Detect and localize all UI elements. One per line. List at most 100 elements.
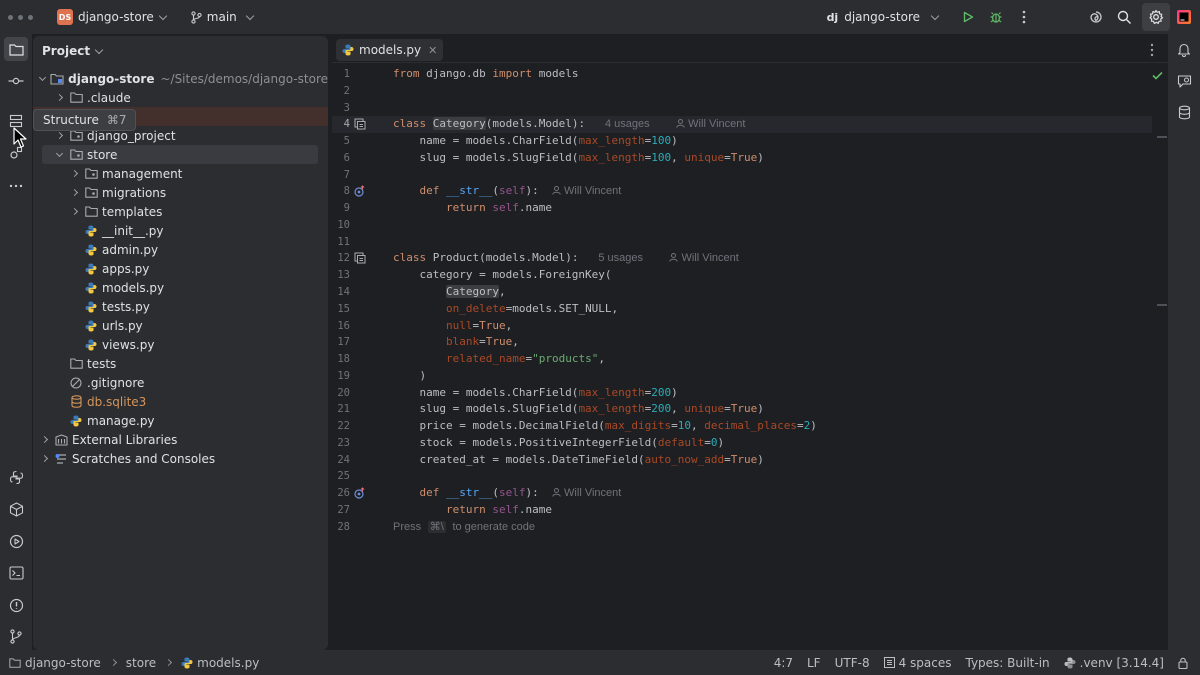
branch-widget[interactable]: main xyxy=(190,10,255,24)
tree-item[interactable]: urls.py xyxy=(33,316,328,335)
commit-tool-button[interactable] xyxy=(4,69,28,93)
usages-hint[interactable]: 5 usages xyxy=(598,252,643,264)
override-method-icon[interactable] xyxy=(354,487,366,499)
tree-item[interactable]: db.sqlite3 xyxy=(33,392,328,411)
type-checker-widget[interactable]: Types: Built-in xyxy=(965,656,1049,670)
expand-arrow-icon[interactable] xyxy=(53,131,65,140)
tree-item[interactable]: templates xyxy=(33,202,328,221)
author-hint[interactable]: Will Vincent xyxy=(676,118,745,130)
services-button[interactable] xyxy=(4,529,28,553)
tree-item[interactable]: apps.py xyxy=(33,259,328,278)
kebab-icon[interactable] xyxy=(1150,43,1154,57)
code-line[interactable]: price = models.DecimalField(max_digits=1… xyxy=(393,419,816,432)
tree-item[interactable]: models.py xyxy=(33,278,328,297)
jetbrains-account-button[interactable] xyxy=(1170,3,1198,31)
tree-item[interactable]: admin.py xyxy=(33,240,328,259)
tree-item[interactable]: .gitignore xyxy=(33,373,328,392)
problems-button[interactable] xyxy=(4,593,28,617)
tree-item[interactable]: Scratches and Consoles xyxy=(33,449,328,468)
more-actions-button[interactable] xyxy=(1010,3,1038,31)
tree-item[interactable]: migrations xyxy=(33,183,328,202)
ai-chat-button[interactable] xyxy=(1172,69,1196,93)
code-line[interactable]: class Product(models.Model): 5 usages Wi… xyxy=(393,251,739,264)
settings-button[interactable] xyxy=(1142,3,1170,31)
code-line[interactable]: category = models.ForeignKey( xyxy=(393,268,611,281)
usages-hint[interactable]: 4 usages xyxy=(605,118,650,130)
database-button[interactable] xyxy=(1172,100,1196,124)
code-line[interactable]: related_name="products", xyxy=(393,352,605,365)
expand-arrow-icon[interactable] xyxy=(38,454,50,463)
project-tool-button[interactable] xyxy=(4,37,28,61)
code-line[interactable]: from django.db import models xyxy=(393,67,578,80)
debug-button[interactable] xyxy=(982,3,1010,31)
code-line[interactable]: def __str__(self): Will Vincent xyxy=(393,486,622,499)
project-name[interactable]: django-store xyxy=(78,10,154,24)
run-button[interactable] xyxy=(954,3,982,31)
tree-item-selected[interactable]: store xyxy=(42,145,318,164)
author-hint[interactable]: Will Vincent xyxy=(552,185,621,197)
code-line[interactable]: Category, xyxy=(393,285,506,298)
code-line[interactable]: slug = models.SlugField(max_length=100, … xyxy=(393,151,763,164)
expand-arrow-icon[interactable] xyxy=(53,93,65,102)
python-console-button[interactable] xyxy=(4,465,28,489)
code-line[interactable]: return self.name xyxy=(393,201,552,214)
breadcrumb-item[interactable]: django-store xyxy=(25,656,101,670)
tree-item[interactable]: management xyxy=(33,164,328,183)
code-line[interactable]: name = models.CharField(max_length=200) xyxy=(393,386,677,399)
breadcrumb-item[interactable]: models.py xyxy=(197,656,259,670)
tree-item[interactable]: __init__.py xyxy=(33,221,328,240)
code-line[interactable]: on_delete=models.SET_NULL, xyxy=(393,302,618,315)
breadcrumb-item[interactable]: store xyxy=(126,656,156,670)
tree-item[interactable]: tests.py xyxy=(33,297,328,316)
tree-item[interactable]: .claude xyxy=(33,88,328,107)
override-method-icon[interactable] xyxy=(354,185,366,197)
expand-arrow-icon[interactable] xyxy=(38,73,46,81)
code-line[interactable]: created_at = models.DateTimeField(auto_n… xyxy=(393,453,763,466)
expand-arrow-icon[interactable] xyxy=(38,435,50,444)
editor-tab-models[interactable]: models.py ✕ xyxy=(336,39,444,61)
more-tools-button[interactable] xyxy=(4,174,28,198)
notifications-button[interactable] xyxy=(1172,37,1196,61)
tree-item[interactable]: manage.py xyxy=(33,411,328,430)
version-control-button[interactable] xyxy=(4,624,28,648)
tree-item[interactable]: External Libraries xyxy=(33,430,328,449)
tree-item[interactable]: tests xyxy=(33,354,328,373)
python-packages-button[interactable] xyxy=(4,497,28,521)
ai-assistant-button[interactable] xyxy=(1082,3,1110,31)
code-line[interactable]: def __str__(self): Will Vincent xyxy=(393,184,622,197)
project-badge[interactable]: DS xyxy=(57,9,73,25)
file-encoding[interactable]: UTF-8 xyxy=(835,656,870,670)
code-line[interactable]: class Category(models.Model): 4 usages W… xyxy=(393,117,745,130)
code-line[interactable]: return self.name xyxy=(393,503,552,516)
close-icon[interactable]: ✕ xyxy=(428,44,437,57)
project-panel-header[interactable]: Project xyxy=(42,44,104,58)
subclassed-icon[interactable] xyxy=(354,252,366,264)
tree-item-root[interactable]: django-store ~/Sites/demos/django-store xyxy=(33,69,328,88)
expand-arrow-icon[interactable] xyxy=(68,188,80,197)
expand-arrow-icon[interactable] xyxy=(68,207,80,216)
subclassed-icon[interactable] xyxy=(354,118,366,130)
caret-position[interactable]: 4:7 xyxy=(774,656,793,670)
code-line[interactable]: stock = models.PositiveIntegerField(defa… xyxy=(393,436,724,449)
lock-icon[interactable] xyxy=(1178,657,1188,669)
code-line[interactable]: name = models.CharField(max_length=100) xyxy=(393,134,677,147)
interpreter-widget[interactable]: .venv [3.14.4] xyxy=(1064,656,1164,670)
check-icon[interactable] xyxy=(1152,71,1163,80)
run-configuration[interactable]: dj django-store xyxy=(827,10,940,24)
code-line[interactable]: slug = models.SlugField(max_length=200, … xyxy=(393,402,763,415)
chevron-down-icon[interactable] xyxy=(158,11,168,20)
expand-arrow-icon[interactable] xyxy=(53,149,65,157)
author-hint[interactable]: Will Vincent xyxy=(669,252,739,264)
expand-arrow-icon[interactable] xyxy=(68,169,80,178)
author-hint[interactable]: Will Vincent xyxy=(552,487,621,499)
code-line[interactable]: null=True, xyxy=(393,319,512,332)
line-separator[interactable]: LF xyxy=(807,656,821,670)
indent-widget[interactable]: 4 spaces xyxy=(883,656,951,670)
code-line[interactable]: ) xyxy=(393,369,426,382)
terminal-button[interactable] xyxy=(4,561,28,585)
code-editor[interactable]: models.py ✕ 1 2 3 4 5 6 7 8 9 10 11 12 13 14 15 16 17 18 1… xyxy=(332,36,1168,650)
search-button[interactable] xyxy=(1110,3,1138,31)
code-line[interactable]: blank=True, xyxy=(393,335,519,348)
window-controls[interactable] xyxy=(8,14,33,20)
tree-item[interactable]: views.py xyxy=(33,335,328,354)
